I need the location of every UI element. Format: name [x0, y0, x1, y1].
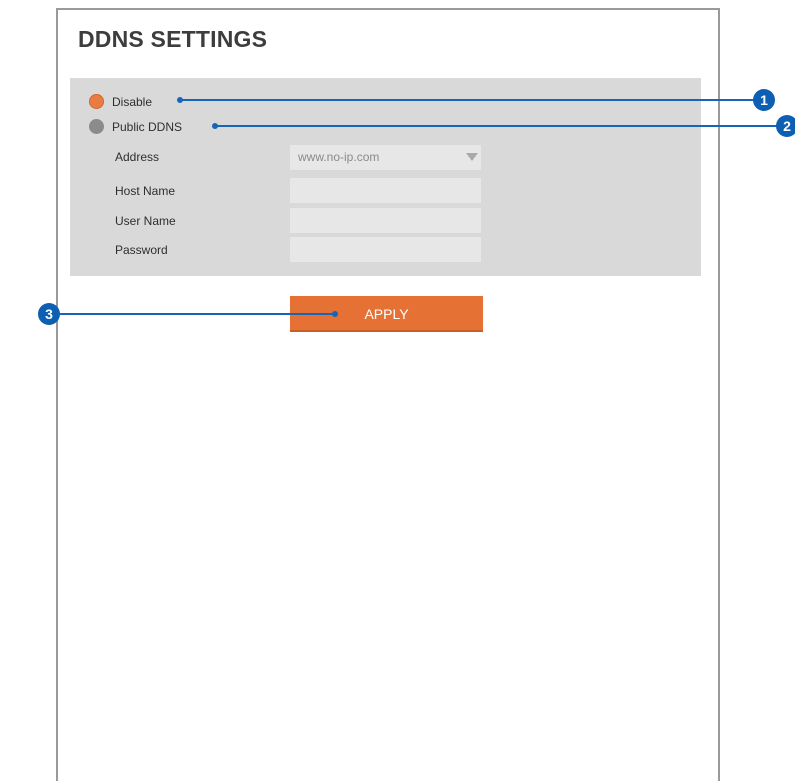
address-label: Address	[115, 150, 160, 164]
callout-3-badge: 3	[38, 303, 60, 325]
callout-3-line	[58, 313, 334, 315]
chevron-down-icon[interactable]	[466, 153, 478, 161]
password-input[interactable]	[290, 237, 481, 262]
address-select-value: www.no-ip.com	[298, 150, 380, 164]
user-name-input[interactable]	[290, 208, 481, 233]
host-name-label: Host Name	[115, 184, 176, 198]
public-ddns-radio[interactable]	[89, 119, 104, 134]
callout-1-line	[180, 99, 754, 101]
callout-3-dot	[332, 311, 338, 317]
page-title: DDNS SETTINGS	[78, 26, 268, 52]
host-name-input[interactable]	[290, 178, 481, 203]
callout-1-badge: 1	[753, 89, 775, 111]
disable-radio[interactable]	[89, 94, 104, 109]
callout-2-badge: 2	[776, 115, 795, 137]
public-ddns-radio-label[interactable]: Public DDNS	[112, 120, 182, 134]
callout-2-line	[215, 125, 777, 127]
password-label: Password	[115, 243, 168, 257]
user-name-label: User Name	[115, 214, 176, 228]
disable-radio-label[interactable]: Disable	[112, 95, 152, 109]
